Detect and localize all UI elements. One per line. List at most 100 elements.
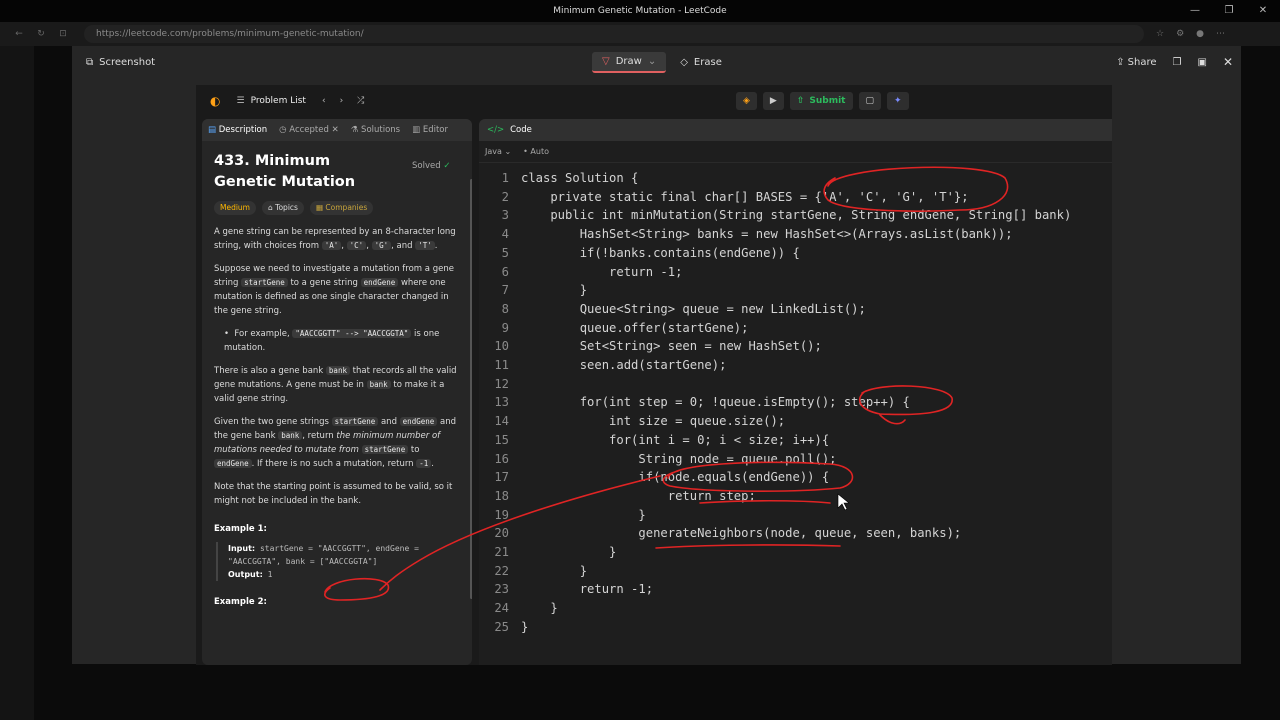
code-line[interactable]: 12: [479, 375, 1112, 394]
code-text[interactable]: for(int step = 0; !queue.isEmpty(); step…: [521, 393, 910, 412]
ai-button[interactable]: ✦: [887, 92, 909, 110]
code-text[interactable]: HashSet<String> banks = new HashSet<>(Ar…: [521, 225, 1013, 244]
code-panel: </> Code Java ⌄ • Auto 1 class Solution {2…: [479, 119, 1112, 665]
profile-icon[interactable]: ●: [1196, 29, 1204, 39]
line-number: 22: [494, 563, 509, 578]
code-text[interactable]: }: [521, 506, 645, 525]
draw-button[interactable]: ▽ Draw ⌄: [592, 51, 667, 73]
minimize-icon[interactable]: —: [1178, 0, 1212, 22]
code-text[interactable]: }: [521, 562, 587, 581]
code-line[interactable]: 2 private static final char[] BASES = {'…: [479, 188, 1112, 207]
topics-tag[interactable]: ⌂ Topics: [262, 201, 304, 215]
shuffle-icon[interactable]: ⤮: [357, 96, 364, 106]
code-line[interactable]: 14 int size = queue.size();: [479, 412, 1112, 431]
code-line[interactable]: 18 return step;: [479, 487, 1112, 506]
tab-accepted[interactable]: ◷ Accepted ✕: [279, 125, 339, 135]
code-line[interactable]: 5 if(!banks.contains(endGene)) {: [479, 244, 1112, 263]
code-text[interactable]: }: [521, 543, 616, 562]
code-line[interactable]: 8 Queue<String> queue = new LinkedList()…: [479, 300, 1112, 319]
code-text[interactable]: for(int i = 0; i < size; i++){: [521, 431, 829, 450]
paragraph-1: A gene string can be represented by an 8…: [214, 227, 456, 251]
line-number: 1: [501, 171, 509, 185]
code-text[interactable]: return -1;: [521, 263, 682, 282]
erase-button[interactable]: ◇ Erase: [672, 53, 730, 72]
code-text[interactable]: public int minMutation(String startGene,…: [521, 206, 1071, 225]
code-line[interactable]: 25}: [479, 618, 1112, 637]
debug-button[interactable]: ◈: [736, 92, 757, 110]
code-text[interactable]: return -1;: [521, 580, 653, 599]
code-line[interactable]: 24 }: [479, 599, 1112, 618]
share-button[interactable]: ⇪ Share: [1116, 57, 1156, 68]
back-icon[interactable]: ←: [8, 29, 30, 39]
leetcode-logo-icon[interactable]: ◐: [210, 94, 220, 108]
run-button[interactable]: ▶: [762, 92, 784, 110]
code-line[interactable]: 23 return -1;: [479, 580, 1112, 599]
next-problem-icon[interactable]: ›: [340, 96, 344, 106]
code-line[interactable]: 7 }: [479, 281, 1112, 300]
code-line[interactable]: 13 for(int step = 0; !queue.isEmpty(); s…: [479, 393, 1112, 412]
code-text[interactable]: Set<String> seen = new HashSet();: [521, 337, 822, 356]
code-text[interactable]: generateNeighbors(node, queue, seen, ban…: [521, 524, 961, 543]
star-icon[interactable]: ☆: [1156, 29, 1164, 39]
refresh-icon[interactable]: ↻: [30, 29, 52, 39]
code-text[interactable]: if(node.equals(endGene)) {: [521, 468, 829, 487]
tab-description[interactable]: ▤ Description: [208, 125, 267, 135]
save-icon[interactable]: ▣: [1197, 57, 1206, 68]
description-scrollbar[interactable]: [470, 179, 472, 599]
code-line[interactable]: 19 }: [479, 506, 1112, 525]
menu-icon[interactable]: ⋯: [1216, 29, 1225, 39]
tab-solutions[interactable]: ⚗ Solutions: [351, 125, 400, 135]
security-icon[interactable]: ⊡: [52, 29, 74, 39]
code-editor[interactable]: 1 class Solution {2 private static final …: [479, 169, 1112, 637]
close-tab-icon[interactable]: ✕: [332, 125, 339, 135]
problem-list-button[interactable]: ☰ Problem List: [236, 96, 305, 106]
code-line[interactable]: 15 for(int i = 0; i < size; i++){: [479, 431, 1112, 450]
code-line[interactable]: 6 return -1;: [479, 263, 1112, 282]
code-line[interactable]: 10 Set<String> seen = new HashSet();: [479, 337, 1112, 356]
extensions-icon[interactable]: ⚙: [1176, 29, 1184, 39]
code-line[interactable]: 16 String node = queue.poll();: [479, 450, 1112, 469]
notes-button[interactable]: ▢: [858, 92, 882, 110]
code-line[interactable]: 17 if(node.equals(endGene)) {: [479, 468, 1112, 487]
close-window-icon[interactable]: ✕: [1246, 0, 1280, 22]
code-line[interactable]: 21 }: [479, 543, 1112, 562]
code-line[interactable]: 11 seen.add(startGene);: [479, 356, 1112, 375]
code-text[interactable]: }: [521, 618, 528, 637]
language-select[interactable]: Java ⌄: [485, 147, 511, 156]
code-line[interactable]: 1 class Solution {: [479, 169, 1112, 188]
tab-editorial[interactable]: ▥ Editor: [412, 125, 448, 135]
copy-icon[interactable]: ❐: [1173, 57, 1182, 68]
code-line[interactable]: 22 }: [479, 562, 1112, 581]
tab-accepted-label: Accepted: [289, 125, 329, 135]
companies-tag[interactable]: ▦ Companies: [309, 201, 374, 215]
prev-problem-icon[interactable]: ‹: [322, 96, 326, 106]
code-line[interactable]: 20 generateNeighbors(node, queue, seen, …: [479, 524, 1112, 543]
code-text[interactable]: String node = queue.poll();: [521, 450, 836, 469]
address-bar[interactable]: https://leetcode.com/problems/minimum-ge…: [84, 25, 1144, 43]
auto-mode[interactable]: • Auto: [523, 147, 549, 156]
code-line[interactable]: 4 HashSet<String> banks = new HashSet<>(…: [479, 225, 1112, 244]
code-text[interactable]: private static final char[] BASES = {'A'…: [521, 188, 968, 207]
code-text[interactable]: class Solution {: [521, 169, 638, 188]
code-text[interactable]: int size = queue.size();: [521, 412, 785, 431]
code-text[interactable]: Queue<String> queue = new LinkedList();: [521, 300, 866, 319]
submit-button[interactable]: ⇧ Submit: [789, 92, 853, 110]
code-line[interactable]: 3 public int minMutation(String startGen…: [479, 206, 1112, 225]
code-tab[interactable]: </> Code: [479, 119, 1112, 141]
chevron-down-icon[interactable]: ⌄: [648, 56, 656, 67]
code-text[interactable]: }: [521, 281, 587, 300]
close-icon[interactable]: ✕: [1223, 55, 1233, 69]
flask-icon: ⚗: [350, 125, 359, 135]
code-text[interactable]: if(!banks.contains(endGene)) {: [521, 244, 800, 263]
code-text[interactable]: queue.offer(startGene);: [521, 319, 749, 338]
solved-status: Solved ✓: [412, 159, 450, 173]
leetcode-app: ◐ ☰ Problem List ‹ › ⤮ ◈ ▶ ⇧ Submit ▢ ✦ ▤ …: [196, 85, 1112, 665]
difficulty-badge[interactable]: Medium: [214, 201, 256, 215]
maximize-icon[interactable]: ❐: [1212, 0, 1246, 22]
solved-label: Solved: [412, 161, 441, 171]
code-text[interactable]: }: [521, 599, 557, 618]
code-line[interactable]: 9 queue.offer(startGene);: [479, 319, 1112, 338]
line-number: 9: [501, 320, 509, 335]
code-text[interactable]: return step;: [521, 487, 756, 506]
code-text[interactable]: seen.add(startGene);: [521, 356, 727, 375]
